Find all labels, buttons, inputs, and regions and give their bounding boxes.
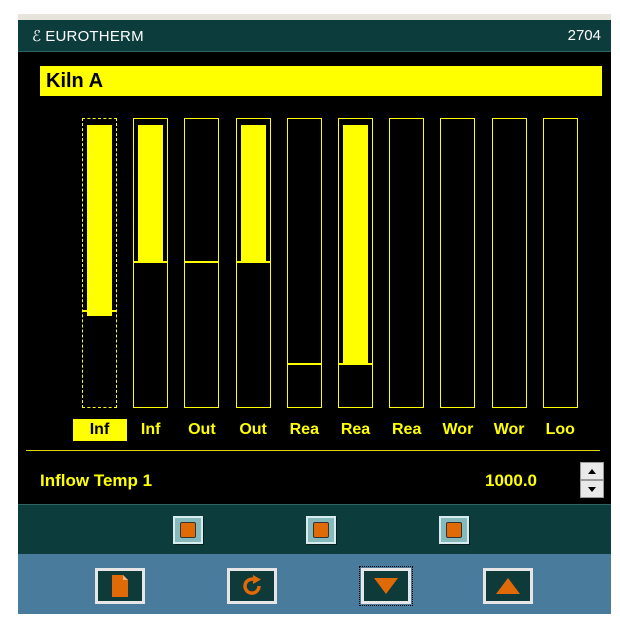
spin-up-icon (588, 468, 596, 474)
brand: ℰ EUROTHERM (32, 27, 144, 45)
bar-5[interactable] (286, 118, 322, 408)
bar-label[interactable]: Wor (431, 419, 485, 441)
bar-setpoint-marker (339, 363, 372, 365)
divider (26, 450, 600, 451)
down-triangle-icon (374, 578, 398, 594)
bar-fill (240, 125, 266, 261)
spin-down-button[interactable] (580, 480, 604, 498)
bar-label[interactable]: Rea (277, 419, 331, 441)
lower-button[interactable] (359, 566, 413, 606)
key-indicator-icon (313, 522, 329, 538)
eurotherm-logo-icon: ℰ (32, 28, 42, 45)
bar-setpoint-marker (185, 261, 219, 263)
navigation-key-row (18, 554, 611, 614)
bar-8[interactable] (440, 118, 476, 408)
bar-6[interactable] (338, 118, 373, 408)
scroll-button[interactable] (227, 568, 277, 604)
bar-label[interactable]: Rea (380, 419, 434, 441)
bar-label[interactable]: Inf (72, 419, 127, 441)
raise-button[interactable] (483, 568, 533, 604)
bar-label[interactable]: Inf (124, 419, 178, 441)
bar-fill (87, 125, 112, 316)
screen-title: Kiln A (40, 66, 602, 96)
bar-setpoint-marker (134, 261, 168, 263)
bar-fill (343, 125, 368, 363)
bar-label[interactable]: Loo (533, 419, 587, 441)
bar-label[interactable]: Out (226, 419, 280, 441)
bar-9[interactable] (491, 118, 527, 408)
spin-up-button[interactable] (580, 462, 604, 480)
key-indicator-icon (180, 522, 196, 538)
key-indicator-icon (446, 522, 462, 538)
bar-setpoint-marker (287, 363, 321, 365)
brand-name: EUROTHERM (45, 28, 144, 45)
bar-setpoint-marker (236, 261, 270, 263)
refresh-icon (243, 575, 261, 595)
display-screen: Kiln A Inf Inf Out Out Rea Rea Rea Wor Wor Loo In… (18, 52, 611, 504)
bar-label[interactable]: Out (175, 419, 229, 441)
bar-2[interactable] (133, 118, 169, 408)
bar-10[interactable] (542, 118, 578, 408)
page-button[interactable] (95, 568, 145, 604)
bar-1[interactable] (82, 118, 117, 408)
bar-label[interactable]: Rea (329, 419, 383, 441)
spin-down-icon (588, 486, 596, 492)
function-key-row (18, 504, 611, 554)
model-number: 2704 (567, 27, 601, 44)
up-triangle-icon (496, 578, 520, 594)
controller-titlebar: ℰ EUROTHERM 2704 (18, 20, 611, 52)
bar-4[interactable] (235, 118, 271, 408)
parameter-name: Inflow Temp 1 (40, 471, 153, 490)
function-key-1[interactable] (173, 516, 203, 544)
bar-setpoint-marker (83, 310, 116, 312)
parameter-value[interactable]: 1000.0 (485, 471, 537, 491)
bar-7[interactable] (389, 118, 425, 408)
bar-3[interactable] (184, 118, 220, 408)
function-key-3[interactable] (439, 516, 469, 544)
function-key-2[interactable] (306, 516, 336, 544)
page-icon (112, 575, 128, 597)
bar-label[interactable]: Wor (482, 419, 536, 441)
value-spinner[interactable] (580, 462, 604, 498)
bar-fill (138, 125, 164, 261)
